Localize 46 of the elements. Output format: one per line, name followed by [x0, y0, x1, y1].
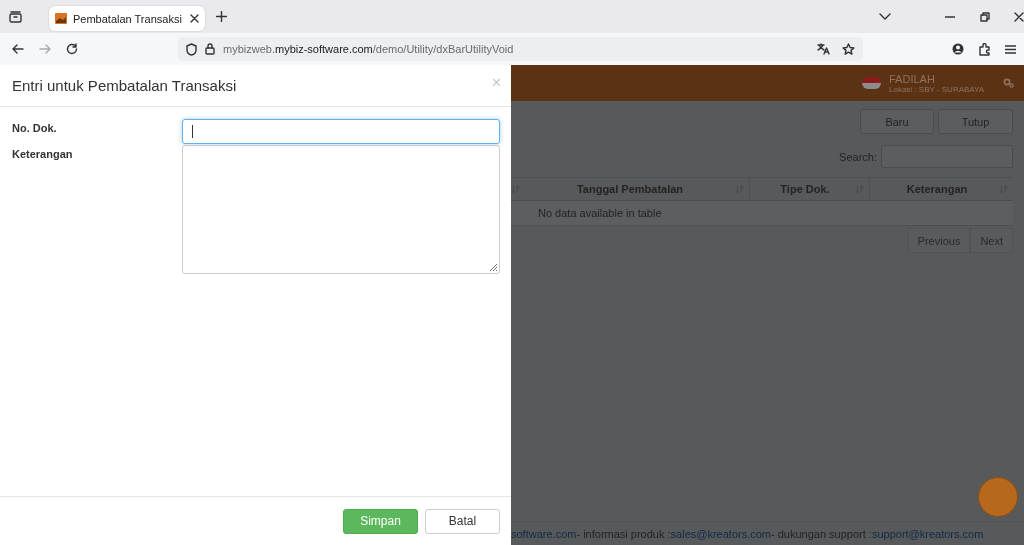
bookmark-star-icon[interactable]	[842, 42, 855, 56]
extensions-icon[interactable]	[979, 42, 991, 56]
field-label: No. Dok.	[12, 121, 58, 134]
menu-icon[interactable]	[1005, 44, 1016, 54]
search-label: Search:	[839, 150, 877, 163]
tab-list-icon[interactable]	[9, 10, 22, 23]
reload-icon[interactable]	[66, 43, 78, 55]
cancel-button[interactable]: Batal	[425, 508, 500, 534]
lock-icon[interactable]	[205, 43, 215, 55]
user-name: FADILAH	[889, 72, 936, 85]
footer-text: - informasi produk :	[576, 527, 671, 540]
tab-title: Pembatalan Transaksi	[73, 12, 183, 25]
column-title: Tanggal Pembatalan	[575, 183, 685, 195]
toolbar-button[interactable]: Tutup	[938, 109, 1013, 134]
column-header[interactable]: Tipe Dok.	[750, 178, 870, 200]
back-icon[interactable]	[12, 44, 24, 54]
close-window-icon[interactable]	[1014, 11, 1024, 22]
column-header[interactable]: Keterangan	[870, 178, 1013, 200]
textarea-field[interactable]	[182, 145, 500, 274]
address-bar[interactable]: mybizweb.mybiz-software.com/demo/Utility/dxBarUtilityVoid	[178, 37, 863, 61]
column-header[interactable]: Tanggal Pembatalan	[520, 178, 750, 200]
user-location: Lokasi : SBY - SURABAYA	[889, 84, 986, 94]
account-icon[interactable]	[952, 43, 964, 55]
translate-icon[interactable]	[817, 43, 830, 55]
resize-handle-icon[interactable]	[489, 263, 498, 272]
new-tab-icon[interactable]	[216, 11, 227, 22]
text-input-field[interactable]	[182, 119, 500, 144]
dialog-title: Entri untuk Pembatalan Transaksi	[12, 77, 237, 94]
settings-icon[interactable]	[1003, 78, 1014, 88]
footer-link[interactable]: software.com	[511, 527, 577, 540]
tab-dropdown-icon[interactable]	[879, 13, 891, 20]
save-button[interactable]: Simpan	[343, 508, 418, 534]
toolbar-button[interactable]: Baru	[860, 109, 934, 134]
close-button[interactable]: ×	[491, 73, 501, 92]
minimize-icon[interactable]	[945, 15, 955, 18]
field-label: Keterangan	[12, 147, 74, 160]
text-cursor	[192, 125, 193, 138]
column-title: Keterangan	[905, 183, 969, 195]
restore-icon[interactable]	[980, 11, 990, 22]
shield-icon[interactable]	[186, 42, 197, 56]
close-tab-icon[interactable]	[190, 14, 199, 23]
site-favicon-icon	[55, 13, 67, 24]
browser-tab[interactable]: Pembatalan Transaksi	[49, 6, 205, 31]
empty-table-message: No data available in table	[538, 207, 662, 219]
column-title: Tipe Dok.	[779, 183, 831, 195]
flag-icon	[862, 77, 881, 89]
